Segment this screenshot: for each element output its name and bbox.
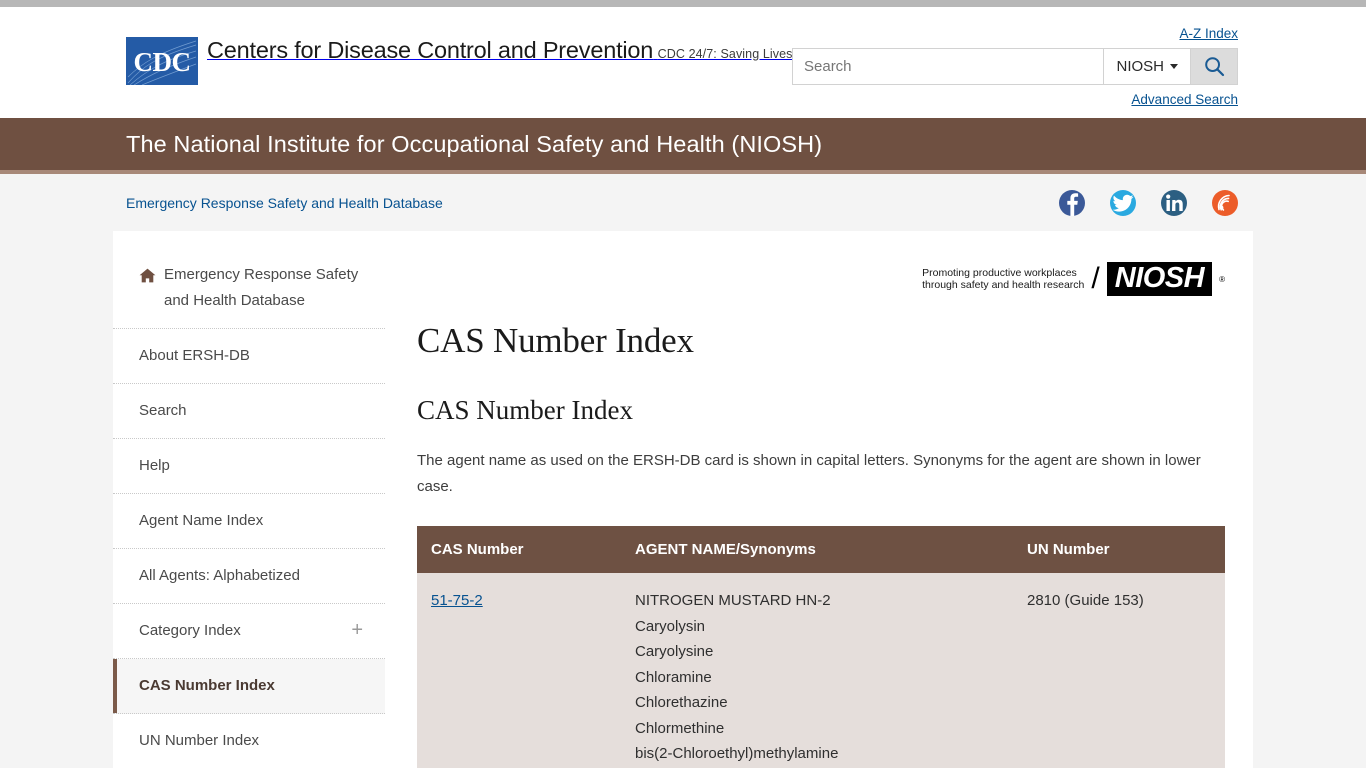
- header-search-area: A-Z Index NIOSH Advanced Search: [792, 25, 1238, 109]
- sidebar-item-search[interactable]: Search: [113, 384, 385, 439]
- section-title: CAS Number Index: [417, 395, 633, 425]
- list-item: Caryolysin: [635, 617, 706, 635]
- niosh-logo: Promoting productive workplaces through …: [417, 259, 1225, 299]
- sidebar-nav: Emergency Response Safety and Health Dat…: [113, 231, 385, 768]
- sidebar-item-label: Category Index: [139, 622, 241, 639]
- sidebar-item-help[interactable]: Help: [113, 439, 385, 494]
- sidebar-item-label: About ERSH-DB: [139, 347, 250, 364]
- syndicate-icon[interactable]: [1212, 189, 1238, 216]
- list-item: Chloramine: [635, 668, 712, 686]
- agency-banner-title: The National Institute for Occupational …: [126, 130, 823, 157]
- svg-text:CDC: CDC: [134, 47, 191, 77]
- intro-paragraph: The agent name as used on the ERSH-DB ca…: [417, 452, 1201, 495]
- synonym-list: Caryolysin Caryolysine Chloramine Chlore…: [635, 614, 999, 767]
- sidebar-item-all-agents-alphabetized[interactable]: All Agents: Alphabetized: [113, 549, 385, 604]
- search-submit-button[interactable]: [1190, 49, 1237, 84]
- registered-mark-icon: ®: [1219, 274, 1225, 284]
- social-links: [1059, 189, 1238, 216]
- sidebar-item-category-index[interactable]: Category Index +: [113, 604, 385, 659]
- agency-banner: The National Institute for Occupational …: [0, 118, 1366, 174]
- cdc-logo-mark: CDC: [126, 37, 198, 85]
- page-title: CAS Number Index: [417, 321, 694, 360]
- column-header-cas-number: CAS Number: [417, 526, 621, 573]
- breadcrumb-bar: Emergency Response Safety and Health Dat…: [0, 174, 1366, 231]
- twitter-icon[interactable]: [1110, 189, 1136, 216]
- advanced-search-link[interactable]: Advanced Search: [1131, 92, 1238, 107]
- cdc-logo-title: Centers for Disease Control and Preventi…: [207, 37, 654, 63]
- niosh-wordmark: NIOSH: [1106, 262, 1213, 296]
- list-item: Chlorethazine: [635, 694, 728, 711]
- table-header-row: CAS Number AGENT NAME/Synonyms UN Number: [417, 526, 1225, 573]
- sidebar-item-cas-number-index[interactable]: CAS Number Index: [113, 659, 385, 714]
- niosh-logo-slash: /: [1091, 262, 1100, 295]
- sidebar-item-about-ersh-db[interactable]: About ERSH-DB: [113, 329, 385, 384]
- browser-top-edge: [0, 0, 1366, 7]
- table-body: 51-75-2 NITROGEN MUSTARD HN-2 Caryolysin…: [417, 573, 1225, 768]
- breadcrumb[interactable]: Emergency Response Safety and Health Dat…: [126, 195, 443, 211]
- sidebar-item-agent-name-index[interactable]: Agent Name Index: [113, 494, 385, 549]
- sidebar-item-label: Agent Name Index: [139, 512, 264, 529]
- search-scope-dropdown[interactable]: NIOSH: [1103, 49, 1190, 84]
- cell-cas-number: 51-75-2: [417, 573, 621, 768]
- sidebar-item-label: CAS Number Index: [139, 677, 275, 694]
- sidebar-item-label: Search: [139, 402, 187, 419]
- column-header-un-number: UN Number: [1013, 526, 1225, 573]
- content-card: Emergency Response Safety and Health Dat…: [113, 231, 1253, 768]
- plus-expand-icon[interactable]: +: [351, 620, 363, 640]
- agent-name: NITROGEN MUSTARD HN-2: [635, 592, 831, 609]
- list-item: Caryolysine: [635, 643, 714, 660]
- facebook-icon[interactable]: [1059, 189, 1085, 216]
- table-row: 51-75-2 NITROGEN MUSTARD HN-2 Caryolysin…: [417, 573, 1225, 768]
- list-item: bis(2-Chloroethyl)methylamine: [635, 745, 839, 762]
- table-header: CAS Number AGENT NAME/Synonyms UN Number: [417, 526, 1225, 573]
- niosh-tagline-line2: through safety and health research: [922, 279, 1085, 291]
- sidebar-item-home[interactable]: Emergency Response Safety and Health Dat…: [113, 258, 385, 329]
- sidebar-item-label: Help: [139, 457, 170, 474]
- a-z-index-link[interactable]: A-Z Index: [1179, 26, 1238, 41]
- search-input[interactable]: [793, 49, 1104, 84]
- sidebar-item-label: UN Number Index: [139, 732, 260, 749]
- column-header-agent-name: AGENT NAME/Synonyms: [621, 526, 1013, 573]
- sidebar-item-label: All Agents: Alphabetized: [139, 567, 300, 584]
- cell-un-number: 2810 (Guide 153): [1013, 573, 1225, 768]
- search-icon: [1204, 56, 1225, 77]
- niosh-tagline-line1: Promoting productive workplaces: [922, 266, 1077, 279]
- site-header: CDC Centers for Disease Control and Prev…: [0, 7, 1366, 118]
- cell-agent-name: NITROGEN MUSTARD HN-2 Caryolysin Caryoly…: [621, 573, 1013, 768]
- niosh-logo-tagline: Promoting productive workplaces through …: [922, 267, 1084, 292]
- home-icon: [139, 266, 156, 292]
- cas-number-table: CAS Number AGENT NAME/Synonyms UN Number…: [417, 526, 1225, 768]
- sidebar-item-label: Emergency Response Safety and Health Dat…: [164, 266, 359, 309]
- linkedin-icon[interactable]: [1161, 189, 1187, 216]
- search-scope-label: NIOSH: [1116, 58, 1164, 75]
- cas-number-link[interactable]: 51-75-2: [431, 592, 483, 609]
- chevron-down-icon: [1170, 64, 1178, 69]
- list-item: Chlormethine: [635, 719, 725, 737]
- search-bar: NIOSH: [792, 48, 1238, 85]
- main-content: Promoting productive workplaces through …: [385, 231, 1253, 768]
- sidebar-item-un-number-index[interactable]: UN Number Index: [113, 714, 385, 768]
